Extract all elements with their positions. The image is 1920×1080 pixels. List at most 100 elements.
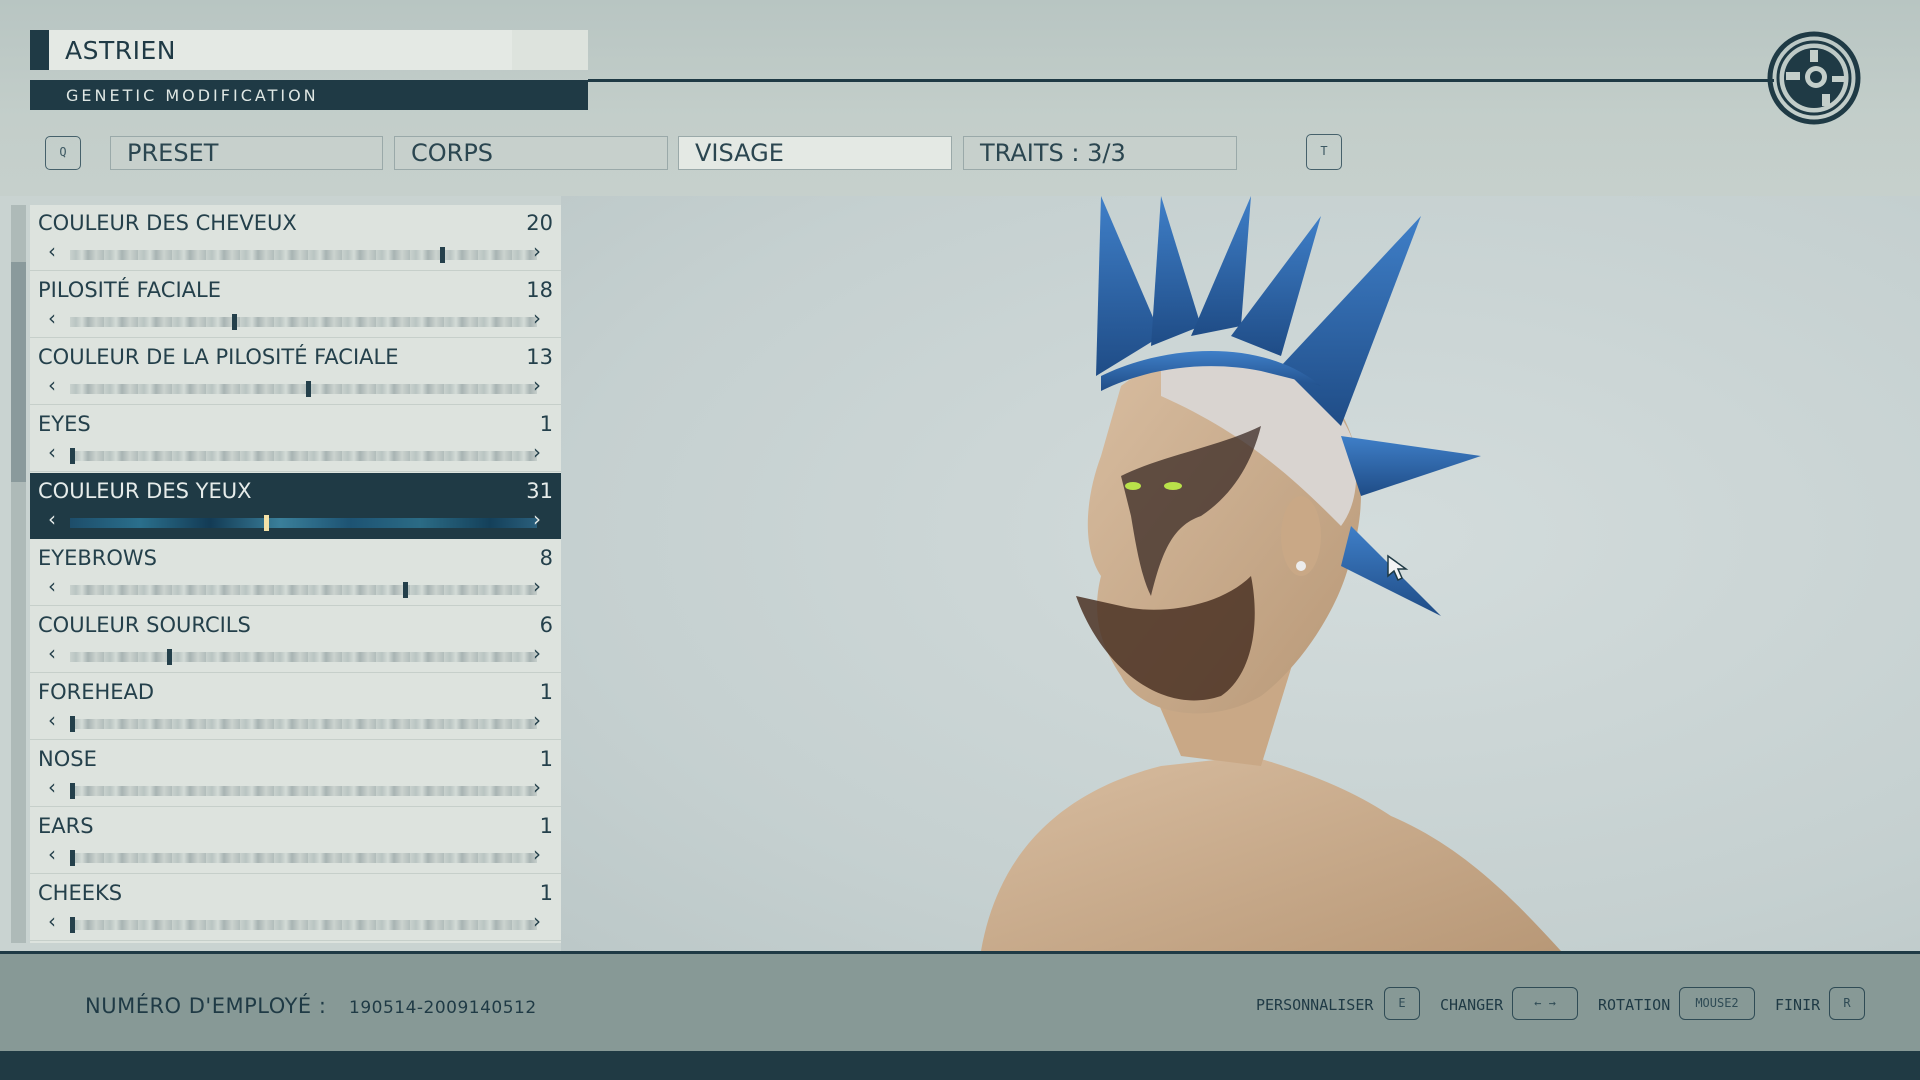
option-label: FOREHEAD bbox=[38, 680, 155, 704]
tab-preset[interactable]: PRESET bbox=[110, 136, 383, 170]
character-name-box[interactable]: ASTRIEN bbox=[30, 30, 588, 70]
option-label: COULEUR DE LA PILOSITÉ FACIALE bbox=[38, 345, 399, 369]
character-name: ASTRIEN bbox=[65, 36, 176, 65]
right-eye bbox=[1164, 482, 1182, 490]
option-label: CHEEKS bbox=[38, 881, 123, 905]
chevron-left-icon[interactable]: ‹ bbox=[42, 775, 62, 799]
option-row[interactable]: COULEUR DE LA PILOSITÉ FACIALE 13 ‹ › bbox=[30, 339, 561, 405]
slider-marker[interactable] bbox=[70, 716, 75, 732]
chevron-left-icon[interactable]: ‹ bbox=[42, 708, 62, 732]
option-value: 6 bbox=[539, 613, 553, 637]
slider-marker[interactable] bbox=[70, 850, 75, 866]
slider-marker[interactable] bbox=[402, 582, 408, 598]
option-slider[interactable] bbox=[70, 719, 537, 729]
left-eye bbox=[1125, 482, 1141, 490]
option-value: 13 bbox=[526, 345, 553, 369]
chevron-right-icon[interactable]: › bbox=[527, 373, 547, 397]
chevron-left-icon[interactable]: ‹ bbox=[42, 239, 62, 263]
mouse-cursor-icon bbox=[1387, 554, 1409, 582]
chevron-right-icon[interactable]: › bbox=[527, 842, 547, 866]
chevron-left-icon[interactable]: ‹ bbox=[42, 842, 62, 866]
options-scrollbar-thumb[interactable] bbox=[11, 262, 26, 482]
option-label: COULEUR SOURCILS bbox=[38, 613, 251, 637]
option-value: 20 bbox=[526, 211, 553, 235]
chevron-right-icon[interactable]: › bbox=[527, 775, 547, 799]
option-slider[interactable] bbox=[70, 518, 537, 528]
bottom-bar: NUMÉRO D'EMPLOYÉ : 190514-2009140512 PER… bbox=[0, 951, 1920, 1051]
option-value: 8 bbox=[539, 546, 553, 570]
option-slider[interactable] bbox=[70, 786, 537, 796]
option-row[interactable]: EARS 1 ‹ › bbox=[30, 808, 561, 874]
option-value: 1 bbox=[539, 881, 553, 905]
option-label: COULEUR DES CHEVEUX bbox=[38, 211, 297, 235]
option-row[interactable]: CHEEKS 1 ‹ › bbox=[30, 875, 561, 941]
chevron-right-icon[interactable]: › bbox=[527, 507, 547, 531]
option-row[interactable]: EYEBROWS 8 ‹ › bbox=[30, 540, 561, 606]
genetic-modification-label: GENETIC MODIFICATION bbox=[66, 86, 319, 105]
slider-marker[interactable] bbox=[264, 515, 270, 531]
option-row[interactable]: COULEUR SOURCILS 6 ‹ › bbox=[30, 607, 561, 673]
option-slider[interactable] bbox=[70, 250, 537, 260]
chevron-left-icon[interactable]: ‹ bbox=[42, 909, 62, 933]
chevron-left-icon[interactable]: ‹ bbox=[42, 440, 62, 464]
option-slider[interactable] bbox=[70, 451, 537, 461]
option-value: 18 bbox=[526, 278, 553, 302]
employee-number-value: 190514-2009140512 bbox=[349, 998, 537, 1018]
tab-corps[interactable]: CORPS bbox=[394, 136, 668, 170]
hint-changer-key[interactable]: ← → bbox=[1512, 987, 1578, 1020]
option-row[interactable]: EYES 1 ‹ › bbox=[30, 406, 561, 472]
option-row[interactable]: COULEUR DES YEUX 31 ‹ › bbox=[30, 473, 561, 539]
chevron-right-icon[interactable]: › bbox=[527, 440, 547, 464]
slider-marker[interactable] bbox=[439, 247, 445, 263]
option-slider[interactable] bbox=[70, 920, 537, 930]
chevron-left-icon[interactable]: ‹ bbox=[42, 507, 62, 531]
option-label: EARS bbox=[38, 814, 94, 838]
option-row[interactable]: NOSE 1 ‹ › bbox=[30, 741, 561, 807]
character-preview[interactable] bbox=[561, 196, 1920, 951]
chevron-left-icon[interactable]: ‹ bbox=[42, 641, 62, 665]
hint-finir-label: FINIR bbox=[1775, 996, 1821, 1014]
genetic-modification-banner: GENETIC MODIFICATION bbox=[30, 80, 588, 110]
option-slider[interactable] bbox=[70, 853, 537, 863]
slider-marker[interactable] bbox=[305, 381, 311, 397]
option-slider[interactable] bbox=[70, 652, 537, 662]
option-label: EYES bbox=[38, 412, 91, 436]
tab-next-key[interactable]: T bbox=[1306, 134, 1342, 170]
option-value: 1 bbox=[539, 412, 553, 436]
option-label: PILOSITÉ FACIALE bbox=[38, 278, 221, 302]
gear-constellation-icon bbox=[1767, 31, 1861, 125]
employee-number-label: NUMÉRO D'EMPLOYÉ : bbox=[85, 994, 327, 1018]
chevron-right-icon[interactable]: › bbox=[527, 708, 547, 732]
option-slider[interactable] bbox=[70, 384, 537, 394]
tab-traits[interactable]: TRAITS : 3/3 bbox=[963, 136, 1237, 170]
name-accent bbox=[30, 30, 49, 70]
header-divider bbox=[588, 79, 1774, 82]
option-row[interactable]: COULEUR DES CHEVEUX 20 ‹ › bbox=[30, 205, 561, 271]
option-label: EYEBROWS bbox=[38, 546, 157, 570]
chevron-right-icon[interactable]: › bbox=[527, 239, 547, 263]
hint-finir-key[interactable]: R bbox=[1829, 987, 1865, 1020]
hint-personnaliser-label: PERSONNALISER bbox=[1256, 996, 1374, 1014]
chevron-left-icon[interactable]: ‹ bbox=[42, 306, 62, 330]
option-row[interactable]: PILOSITÉ FACIALE 18 ‹ › bbox=[30, 272, 561, 338]
slider-marker[interactable] bbox=[70, 917, 75, 933]
hint-rotation-key[interactable]: MOUSE2 bbox=[1679, 987, 1755, 1020]
character-portrait bbox=[981, 196, 1561, 951]
option-value: 1 bbox=[539, 747, 553, 771]
chevron-right-icon[interactable]: › bbox=[527, 641, 547, 665]
chevron-right-icon[interactable]: › bbox=[527, 909, 547, 933]
option-slider[interactable] bbox=[70, 585, 537, 595]
tab-prev-key[interactable]: Q bbox=[45, 136, 81, 170]
chevron-right-icon[interactable]: › bbox=[527, 574, 547, 598]
slider-marker[interactable] bbox=[70, 783, 75, 799]
chevron-left-icon[interactable]: ‹ bbox=[42, 574, 62, 598]
tab-visage[interactable]: VISAGE bbox=[678, 136, 952, 170]
option-row[interactable]: FOREHEAD 1 ‹ › bbox=[30, 674, 561, 740]
option-slider[interactable] bbox=[70, 317, 537, 327]
hint-personnaliser-key[interactable]: E bbox=[1384, 987, 1420, 1020]
chevron-right-icon[interactable]: › bbox=[527, 306, 547, 330]
slider-marker[interactable] bbox=[167, 649, 173, 665]
slider-marker[interactable] bbox=[231, 314, 237, 330]
chevron-left-icon[interactable]: ‹ bbox=[42, 373, 62, 397]
slider-marker[interactable] bbox=[70, 448, 75, 464]
